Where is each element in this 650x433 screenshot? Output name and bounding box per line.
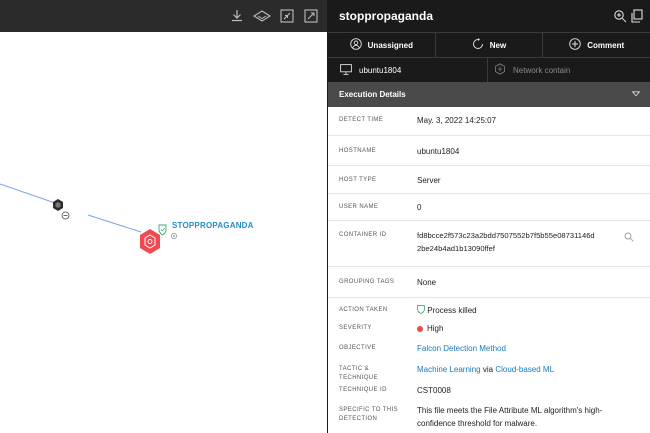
hostname-key: HOSTNAME [339, 148, 377, 154]
severity-value: High [427, 324, 444, 333]
network-icon [494, 63, 506, 77]
container-id-key: CONTAINER ID [339, 232, 387, 238]
detail-row-detect-time: DETECT TIME May. 3, 2022 14:25:07 [328, 107, 650, 135]
action-taken-key: ACTION TAKEN [339, 307, 388, 313]
execution-details-title: Execution Details [339, 90, 406, 99]
copy-icon[interactable] [630, 9, 644, 23]
host-button[interactable]: ubuntu1804 [328, 58, 488, 82]
user-icon [349, 38, 362, 52]
chevron-down-icon[interactable] [631, 90, 641, 99]
detail-row-grouping-tags: GROUPING TAGS None [328, 266, 650, 297]
detect-time-key: DETECT TIME [339, 117, 384, 123]
parent-process-node[interactable] [53, 199, 63, 211]
network-contain-label: Network contain [513, 65, 571, 75]
detail-row-hostname: HOSTNAME ubuntu1804 [328, 135, 650, 165]
detail-row-host-type: HOST TYPE Server [328, 165, 650, 193]
host-type-value: Server [417, 176, 441, 185]
specific-line-2: confidence threshold for malware. [417, 419, 538, 428]
specific-line-1: This file meets the File Attribute ML al… [417, 406, 603, 415]
assign-label: Unassigned [367, 40, 413, 50]
container-id-line-1: fd8bcce2f573c23a2bdd7507552b7f5b55e08731… [417, 231, 595, 240]
technique-link[interactable]: Cloud-based ML [495, 365, 554, 374]
host-label: ubuntu1804 [359, 65, 402, 75]
status-cycle-icon [472, 38, 484, 52]
host-row: ubuntu1804 Network contain [328, 57, 650, 82]
plus-circle-icon [569, 38, 581, 52]
collapse-node-icon[interactable] [61, 211, 70, 220]
action-taken-value-wrap: Process killed [417, 304, 622, 317]
grouping-tags-value: None [417, 278, 437, 287]
severity-value-wrap: High [417, 322, 622, 335]
graph-edges [0, 183, 177, 254]
detail-row-specific: SPECIFIC TO THIS DETECTION This file mee… [328, 399, 650, 432]
search-zoom-icon[interactable] [613, 9, 627, 23]
detail-row-technique-id: TECHNIQUE ID CST0008 [328, 379, 650, 399]
detect-time-value: May. 3, 2022 14:25:07 [417, 116, 497, 125]
detection-process-node[interactable] [140, 229, 160, 254]
container-id-line-2: 2be24b4ad1b13090ffef [417, 244, 495, 253]
user-name-value: 0 [417, 203, 422, 212]
comment-button[interactable]: Comment [543, 33, 650, 57]
detail-row-user-name: USER NAME 0 [328, 193, 650, 220]
objective-link[interactable]: Falcon Detection Method [417, 342, 622, 355]
action-taken-value: Process killed [427, 306, 477, 315]
grouping-tags-key: GROUPING TAGS [339, 279, 395, 285]
detail-row-tactic: TACTIC & TECHNIQUE Machine Learning via … [328, 358, 650, 381]
comment-label: Comment [587, 40, 625, 50]
detail-row-action-taken: ACTION TAKEN Process killed [328, 297, 650, 317]
specific-key: SPECIFIC TO THIS DETECTION [339, 407, 399, 422]
objective-key: OBJECTIVE [339, 345, 376, 351]
shield-check-icon [417, 305, 425, 315]
panel-title: stoppropaganda [339, 9, 434, 23]
search-icon[interactable] [624, 229, 634, 247]
status-label: New [489, 40, 507, 50]
severity-key: SEVERITY [339, 325, 372, 331]
detection-details-panel: stoppropaganda Unassigned New Comment ub… [327, 0, 650, 433]
host-type-key: HOST TYPE [339, 177, 377, 183]
container-id-value: fd8bcce2f573c23a2bdd7507552b7f5b55e08731… [417, 229, 622, 255]
detail-row-severity: SEVERITY High [328, 317, 650, 337]
hostname-value: ubuntu1804 [417, 147, 460, 156]
execution-details-header[interactable]: Execution Details [328, 82, 650, 107]
actions-row: Unassigned New Comment [328, 32, 650, 57]
tactic-link[interactable]: Machine Learning [417, 365, 481, 374]
status-button[interactable]: New [436, 33, 544, 57]
tactic-joiner: via [482, 365, 494, 374]
process-graph[interactable]: STOPPROPAGANDA [0, 0, 327, 433]
severity-dot [417, 325, 423, 332]
tactic-value: Machine Learning via Cloud-based ML [417, 363, 622, 376]
shield-badge-icon [158, 224, 167, 236]
detail-row-objective: OBJECTIVE Falcon Detection Method [328, 337, 650, 358]
technique-id-value: CST0008 [417, 386, 451, 395]
monitor-icon [340, 63, 352, 77]
network-contain-button[interactable]: Network contain [488, 58, 650, 82]
panel-header: stoppropaganda [328, 0, 650, 32]
user-name-key: USER NAME [339, 204, 379, 210]
detection-node-label[interactable]: STOPPROPAGANDA [172, 221, 254, 230]
assign-button[interactable]: Unassigned [328, 33, 436, 57]
detail-row-container-id: CONTAINER ID fd8bcce2f573c23a2bdd7507552… [328, 220, 650, 266]
node-target-icon[interactable] [171, 233, 177, 239]
specific-value: This file meets the File Attribute ML al… [417, 404, 622, 430]
technique-id-key: TECHNIQUE ID [339, 387, 387, 393]
